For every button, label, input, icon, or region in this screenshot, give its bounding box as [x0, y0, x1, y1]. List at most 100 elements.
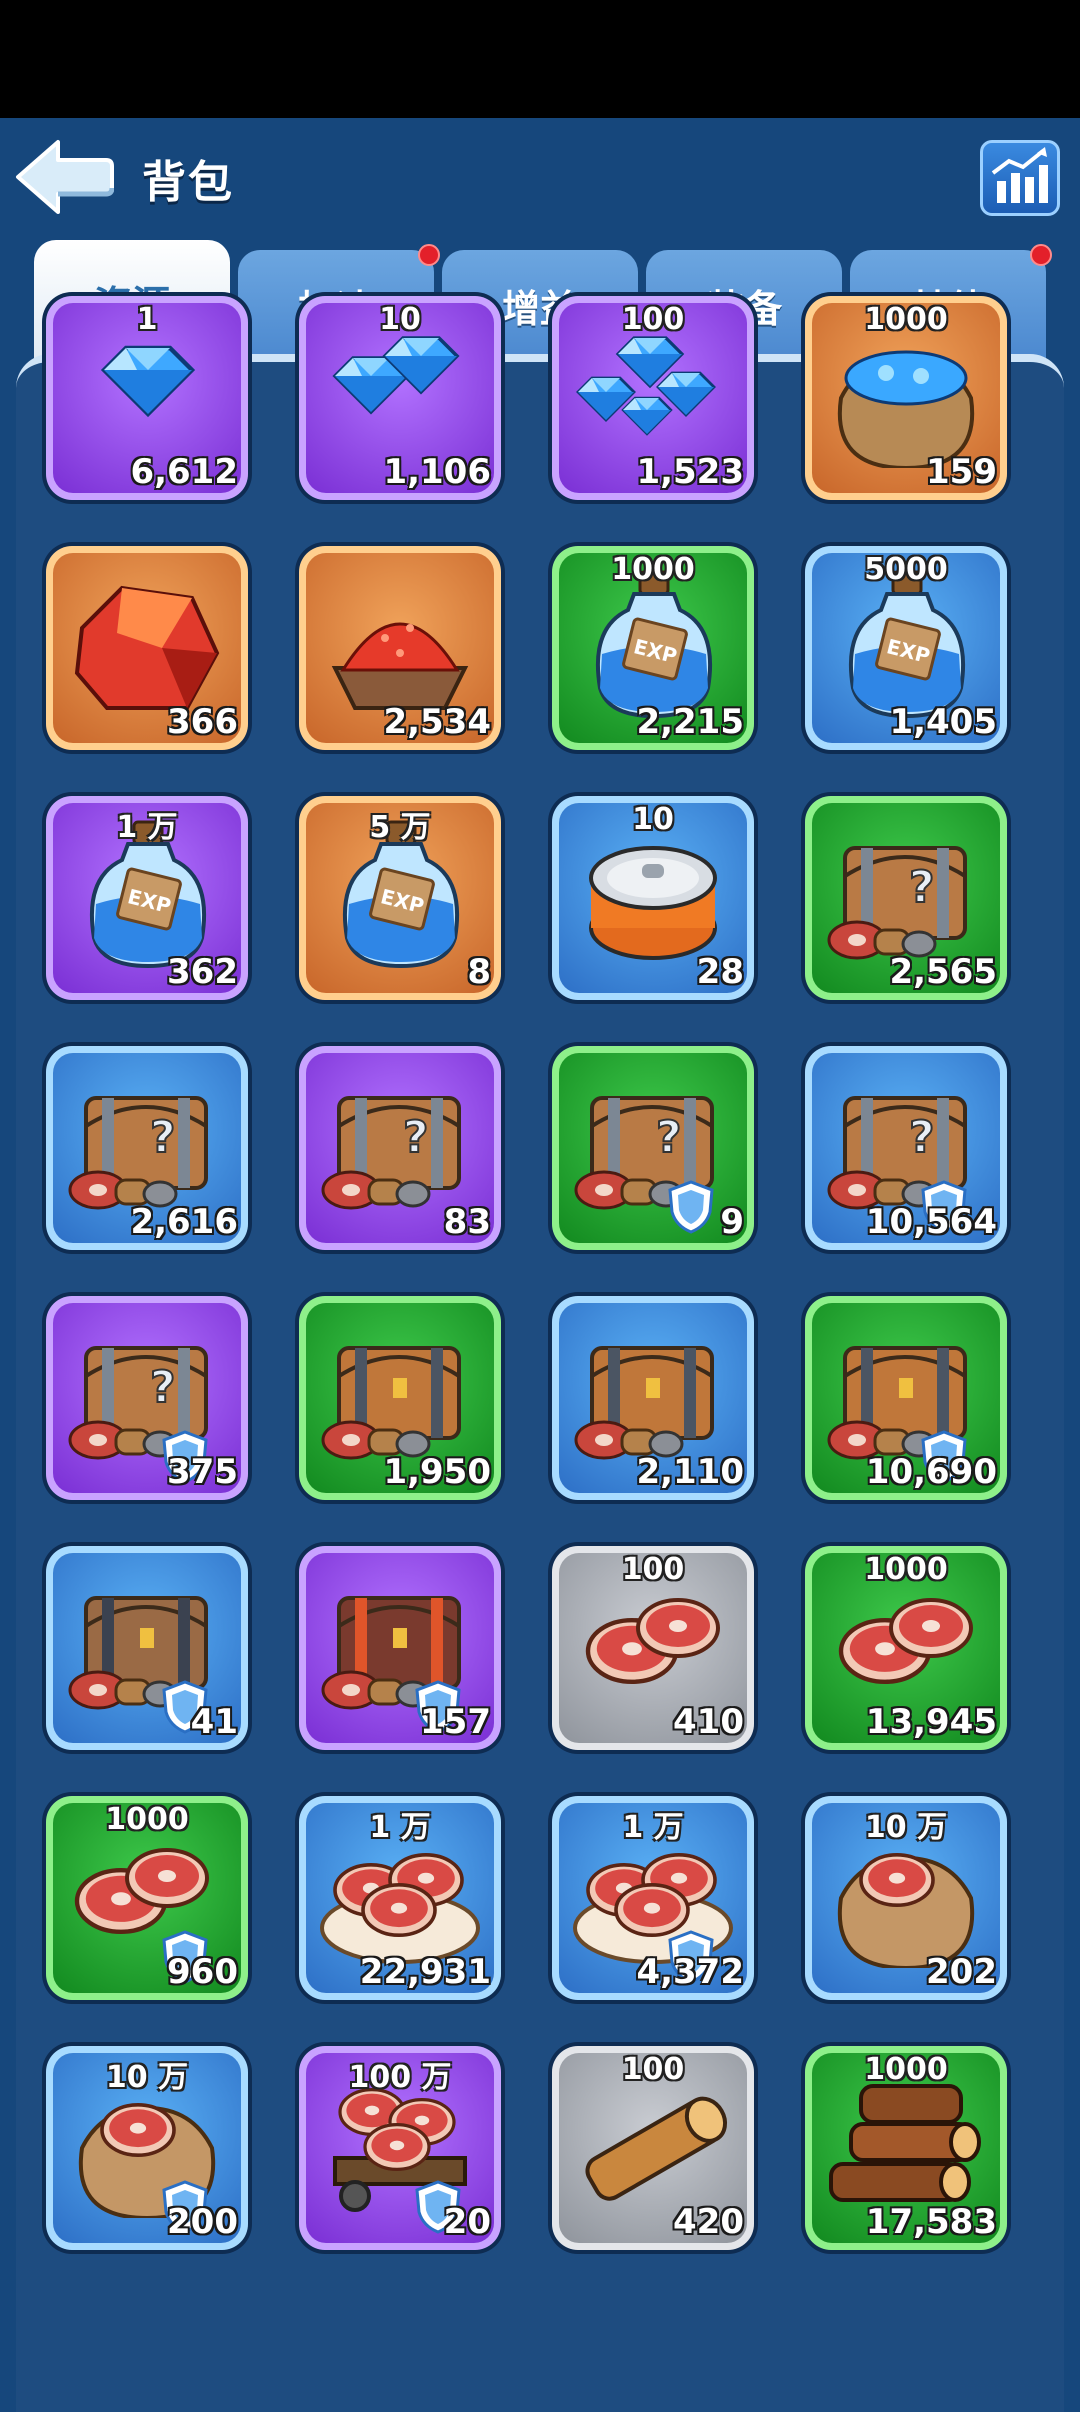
item-quantity: 8: [467, 952, 491, 992]
resource-chest-icon: [568, 1318, 738, 1468]
inventory-item[interactable]: 100 410: [552, 1546, 754, 1750]
item-quantity: 200: [167, 2202, 238, 2242]
red-ore-icon: [62, 568, 232, 718]
item-value-label: 100 万: [348, 2060, 452, 2095]
wood-pile-icon: [821, 2068, 991, 2218]
page-title: 背包: [142, 157, 234, 208]
inventory-screen: 背包 资源加速增益装备其他 16,612 101,106: [0, 118, 1080, 2412]
item-value-label: 1000: [864, 302, 948, 337]
inventory-item[interactable]: 100 1,523: [552, 296, 754, 500]
inventory-item[interactable]: 2,110: [552, 1296, 754, 1500]
inventory-item[interactable]: ? 10,564: [805, 1046, 1007, 1250]
item-quantity: 6,612: [130, 452, 238, 492]
item-quantity: 159: [926, 452, 997, 492]
notification-dot: [1030, 244, 1052, 266]
item-quantity: 10,564: [865, 1202, 997, 1242]
meat-icon: [821, 1568, 991, 1718]
inventory-item[interactable]: 1,950: [299, 1296, 501, 1500]
inventory-item[interactable]: EXP 1000 2,215: [552, 546, 754, 750]
resource-chest-icon: [315, 1318, 485, 1468]
red-ore-crate-icon: [315, 568, 485, 718]
shield-icon: [668, 1180, 714, 1234]
back-arrow-icon[interactable]: [14, 136, 115, 218]
item-quantity: 2,534: [383, 702, 491, 742]
inventory-item[interactable]: 1000 13,945: [805, 1546, 1007, 1750]
inventory-item[interactable]: ? 2,565: [805, 796, 1007, 1000]
canned-food-icon: [568, 818, 738, 968]
inventory-item[interactable]: 1000 159: [805, 296, 1007, 500]
mystery-chest-icon: ?: [821, 818, 991, 968]
item-value-label: 5 万: [369, 810, 431, 845]
item-quantity: 41: [190, 1702, 238, 1742]
item-value-label: 10: [632, 802, 674, 837]
header: 背包: [0, 118, 1080, 230]
item-quantity: 2,565: [889, 952, 997, 992]
item-quantity: 362: [167, 952, 238, 992]
item-value-label: 10: [379, 302, 421, 337]
inventory-item[interactable]: ? 9: [552, 1046, 754, 1250]
inventory-item[interactable]: ? 83: [299, 1046, 501, 1250]
wood-log-icon: [568, 2068, 738, 2218]
inventory-item[interactable]: 1 万 22,931: [299, 1796, 501, 2000]
gem-sack-icon: [821, 318, 991, 471]
meat-icon: [568, 1568, 738, 1718]
svg-text:?: ?: [150, 1362, 176, 1413]
inventory-item[interactable]: 10,690: [805, 1296, 1007, 1500]
stats-chart-icon[interactable]: [980, 140, 1060, 216]
item-quantity: 20: [443, 2202, 491, 2242]
inventory-item[interactable]: EXP 1 万 362: [46, 796, 248, 1000]
inventory-item[interactable]: ? 2,616: [46, 1046, 248, 1250]
item-value-label: 1 万: [116, 810, 178, 845]
item-value-label: 1000: [611, 552, 695, 587]
item-quantity: 9: [720, 1202, 744, 1242]
item-quantity: 83: [443, 1202, 491, 1242]
inventory-item[interactable]: 1000 960: [46, 1796, 248, 2000]
item-value-label: 1000: [864, 2052, 948, 2087]
item-value-label: 10 万: [864, 1810, 948, 1845]
item-quantity: 22,931: [359, 1952, 491, 1992]
notification-dot: [418, 244, 440, 266]
item-value-label: 1: [136, 302, 158, 337]
item-value-label: 1 万: [369, 1810, 431, 1845]
svg-text:?: ?: [909, 862, 935, 913]
item-value-label: 10 万: [105, 2060, 189, 2095]
inventory-item[interactable]: 100 420: [552, 2046, 754, 2250]
inventory-item[interactable]: 10 万 202: [805, 1796, 1007, 2000]
item-quantity: 2,110: [636, 1452, 744, 1492]
inventory-item[interactable]: 10 1,106: [299, 296, 501, 500]
item-value-label: 100: [621, 2052, 685, 2087]
inventory-item[interactable]: 1 万 4,372: [552, 1796, 754, 2000]
inventory-item[interactable]: 100 万 20: [299, 2046, 501, 2250]
exp-potion-icon: EXP: [821, 568, 991, 719]
item-quantity: 1,523: [636, 452, 744, 492]
item-value-label: 1000: [105, 1802, 189, 1837]
svg-text:?: ?: [403, 1112, 429, 1163]
inventory-item[interactable]: 41: [46, 1546, 248, 1750]
gem-pile-icon: [315, 318, 485, 468]
item-value-label: 100: [621, 1552, 685, 1587]
item-quantity: 4,372: [636, 1952, 744, 1992]
inventory-item[interactable]: EXP 5 万8: [299, 796, 501, 1000]
item-value-label: 1 万: [622, 1810, 684, 1845]
item-quantity: 17,583: [865, 2202, 997, 2242]
inventory-item[interactable]: 157: [299, 1546, 501, 1750]
inventory-item[interactable]: ? 375: [46, 1296, 248, 1500]
item-quantity: 2,616: [130, 1202, 238, 1242]
exp-potion-icon: EXP: [568, 568, 738, 719]
item-quantity: 2,215: [636, 702, 744, 742]
mystery-chest-icon: ?: [62, 1068, 232, 1218]
item-quantity: 375: [167, 1452, 238, 1492]
item-quantity: 960: [167, 1952, 238, 1992]
inventory-item[interactable]: 2,534: [299, 546, 501, 750]
item-quantity: 202: [926, 1952, 997, 1992]
item-value-label: 5000: [864, 552, 948, 587]
svg-text:?: ?: [656, 1112, 682, 1163]
item-quantity: 1,405: [889, 702, 997, 742]
inventory-item[interactable]: 1 6,612: [46, 296, 248, 500]
gem-cluster-icon: [568, 318, 738, 468]
inventory-item[interactable]: 10 万 200: [46, 2046, 248, 2250]
inventory-item[interactable]: EXP 5000 1,405: [805, 546, 1007, 750]
inventory-item[interactable]: 366: [46, 546, 248, 750]
inventory-item[interactable]: 10 28: [552, 796, 754, 1000]
inventory-item[interactable]: 1000 17,583: [805, 2046, 1007, 2250]
